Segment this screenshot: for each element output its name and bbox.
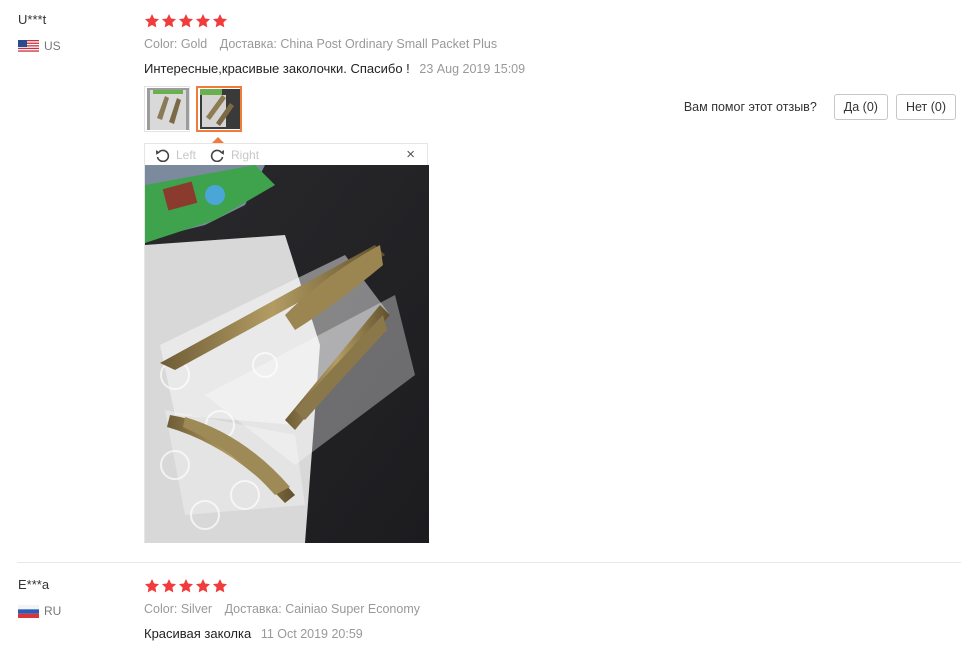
- reviewer-country: RU: [18, 604, 61, 618]
- ru-flag-icon: [18, 604, 39, 618]
- rotate-left-icon: [156, 149, 170, 162]
- review-photo: [145, 165, 429, 543]
- star-icon: [196, 578, 210, 592]
- reviewer-name: U***t: [18, 12, 47, 27]
- rotate-right-icon: [210, 149, 225, 162]
- product-attribute: Color: Silver: [144, 602, 213, 616]
- review-date: 23 Aug 2019 15:09: [419, 62, 526, 76]
- review-date: 11 Oct 2019 20:59: [260, 627, 363, 641]
- order-info: Color: Silver Доставка: Cainiao Super Ec…: [144, 601, 420, 617]
- photo-thumbnail-selected[interactable]: [196, 86, 242, 132]
- star-icon: [196, 13, 210, 27]
- reviewer-info: U***t US: [18, 12, 61, 53]
- star-icon: [145, 578, 159, 592]
- rotate-left-label: Left: [176, 147, 197, 162]
- reviewer-country: US: [18, 39, 61, 53]
- star-icon: [179, 13, 193, 27]
- star-icon: [162, 578, 176, 592]
- photo-thumbnails: [144, 86, 525, 132]
- helpful-vote: Вам помог этот отзыв? Да (0) Нет (0): [684, 94, 956, 120]
- us-flag-icon: [18, 39, 39, 53]
- thumbnail-image: [147, 88, 189, 130]
- star-icon: [145, 13, 159, 27]
- delivery-method: Доставка: China Post Ordinary Small Pack…: [219, 37, 498, 51]
- review-item: E***a RU Color: Silver Доставка: Cainiao…: [0, 563, 978, 654]
- review-item: U***t US Color: Gold Доставка: China Pos…: [0, 0, 978, 562]
- thumbnail-image: [200, 89, 240, 129]
- review-content: Color: Silver Доставка: Cainiao Super Ec…: [144, 577, 420, 643]
- star-rating: [144, 577, 420, 594]
- close-icon[interactable]: ×: [406, 146, 415, 163]
- vote-no-button[interactable]: Нет (0): [895, 94, 956, 120]
- delivery-method: Доставка: Cainiao Super Economy: [224, 602, 420, 616]
- feedback-page: U***t US Color: Gold Доставка: China Pos…: [0, 0, 978, 654]
- feedback-text-line: Красивая заколка 11 Oct 2019 20:59: [144, 625, 420, 643]
- star-icon: [162, 13, 176, 27]
- rotate-left-button[interactable]: Left: [155, 148, 196, 162]
- reviewer-info: E***a RU: [18, 577, 61, 618]
- photo-thumbnail[interactable]: [144, 86, 190, 132]
- star-icon: [213, 13, 227, 27]
- order-info: Color: Gold Доставка: China Post Ordinar…: [144, 36, 525, 52]
- feedback-text: Красивая заколка: [144, 626, 252, 641]
- review-content: Color: Gold Доставка: China Post Ordinar…: [144, 12, 525, 132]
- country-code: RU: [44, 604, 62, 618]
- helpful-question: Вам помог этот отзыв?: [683, 100, 817, 114]
- feedback-text: Интересные,красивые заколочки. Спасибо !: [144, 61, 410, 76]
- country-code: US: [44, 39, 61, 53]
- star-icon: [213, 578, 227, 592]
- feedback-text-line: Интересные,красивые заколочки. Спасибо !…: [144, 60, 525, 78]
- rotate-right-button[interactable]: Right: [210, 148, 259, 162]
- vote-yes-button[interactable]: Да (0): [833, 94, 888, 120]
- photo-viewer: Left Right ×: [144, 143, 429, 543]
- viewer-toolbar: Left Right ×: [145, 144, 427, 165]
- product-attribute: Color: Gold: [144, 37, 208, 51]
- reviewer-name: E***a: [18, 577, 50, 592]
- rotate-right-label: Right: [231, 147, 260, 162]
- star-rating: [144, 12, 525, 29]
- star-icon: [179, 578, 193, 592]
